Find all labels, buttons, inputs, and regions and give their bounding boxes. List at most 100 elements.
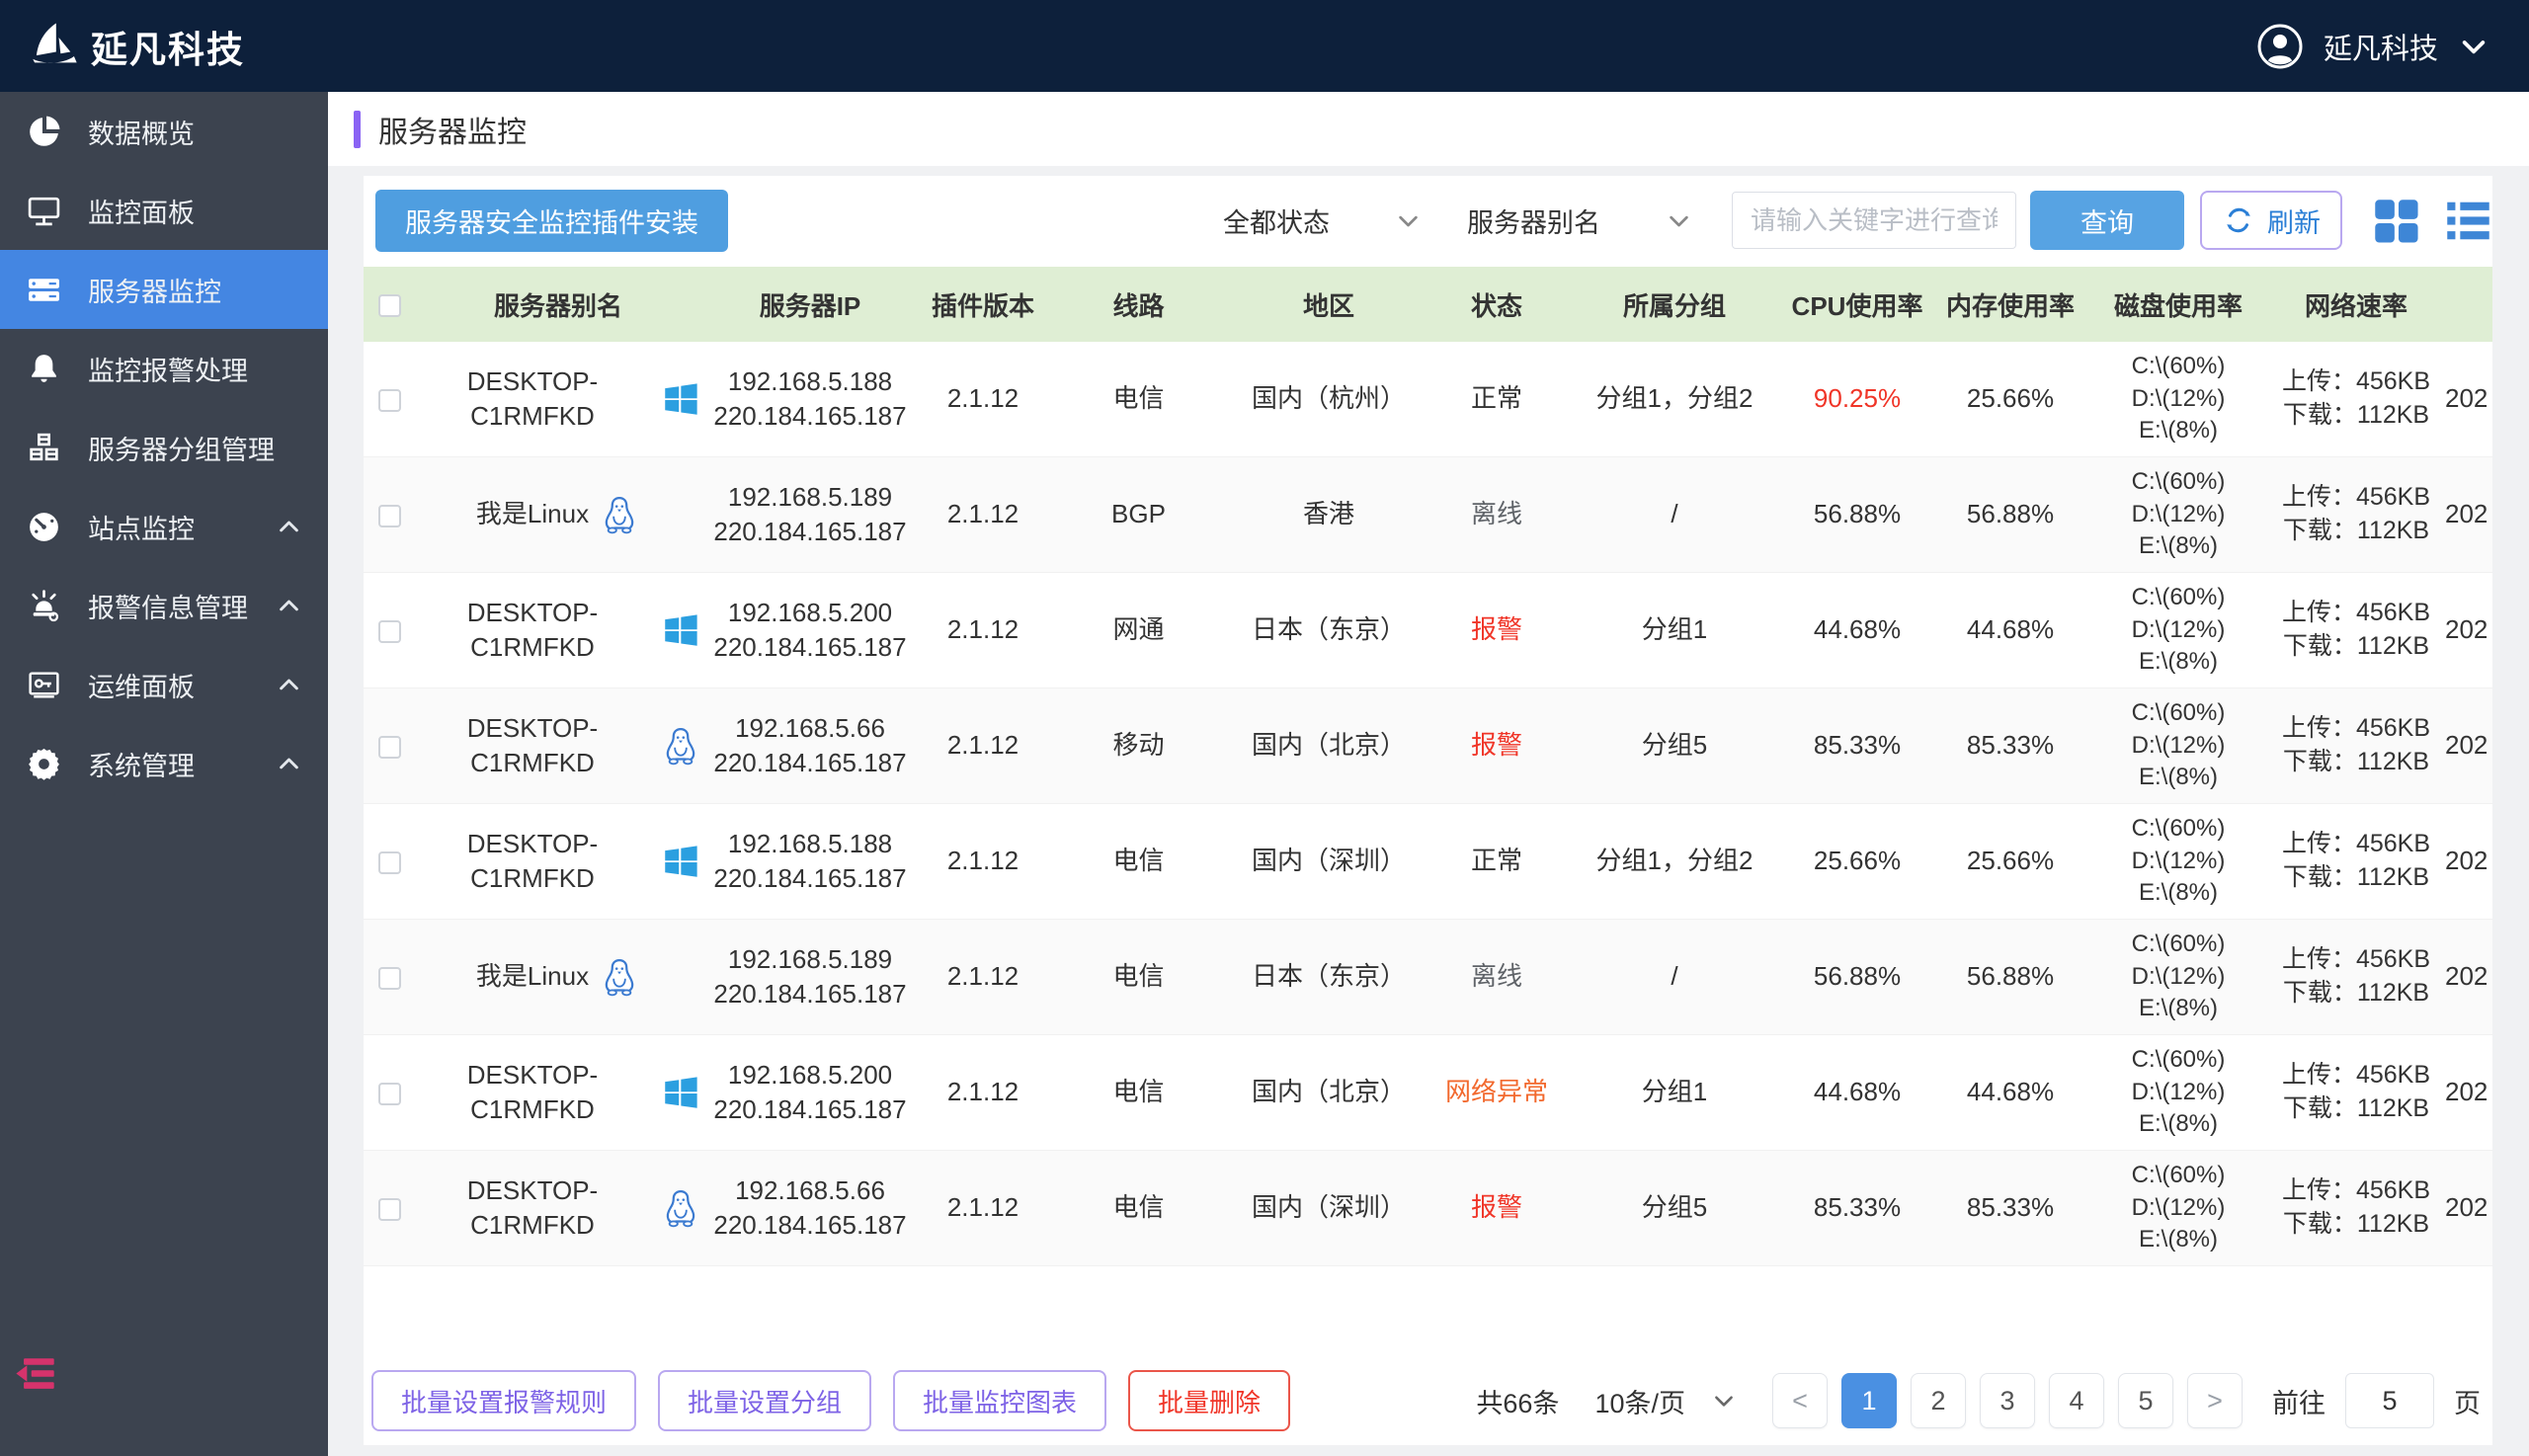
windows-icon <box>660 841 701 882</box>
batch-button[interactable]: 批量删除 <box>1128 1370 1291 1431</box>
prev-page-button[interactable]: < <box>1772 1373 1828 1428</box>
row-checkbox[interactable] <box>377 505 401 528</box>
windows-icon <box>660 609 701 651</box>
server-ip: 192.168.5.189 220.184.165.187 <box>713 481 907 546</box>
sidebar-item-server[interactable]: 服务器监控 <box>0 250 328 329</box>
alarm-icon <box>26 588 62 624</box>
batch-actions: 批量设置报警规则 批量设置分组 批量监控图表 批量删除 <box>371 1370 1291 1431</box>
row-checkbox[interactable] <box>377 736 401 760</box>
page-size-select[interactable]: 10条/页 <box>1594 1382 1737 1420</box>
sidebar-item-gear[interactable]: 系统管理 <box>0 724 328 803</box>
table-row: 我是Linux 192.168.5.189 220.184.165.187 2.1.1… <box>364 457 2492 573</box>
server-ip: 192.168.5.200 220.184.165.187 <box>713 597 907 662</box>
column-header: 服务器别名 <box>493 290 622 321</box>
grid-view-icon[interactable] <box>2372 197 2420 245</box>
column-header: 地区 <box>1302 290 1354 321</box>
server-groups: 分组5 <box>1641 730 1708 761</box>
batch-button[interactable]: 批量设置分组 <box>658 1370 872 1431</box>
linux-icon <box>660 725 701 767</box>
chevron-up-icon <box>276 751 302 777</box>
batch-button[interactable]: 批量监控图表 <box>893 1370 1107 1431</box>
memory-usage: 85.33% <box>1966 1192 2055 1223</box>
network-rate: 上传：456KB 下载：112KB <box>2281 483 2431 544</box>
goto-unit: 页 <box>2454 1388 2481 1418</box>
row-checkbox[interactable] <box>377 851 401 875</box>
pie-chart-icon <box>26 114 62 150</box>
sidebar-item-ops[interactable]: 运维面板 <box>0 645 328 724</box>
server-groups: / <box>1671 961 1678 992</box>
row-checkbox[interactable] <box>377 620 401 644</box>
memory-usage: 44.68% <box>1966 1077 2055 1107</box>
status-label: 正常 <box>1470 383 1522 414</box>
page-button-1[interactable]: 1 <box>1841 1373 1897 1428</box>
disk-usage: C:\(60%) D:\(12%) E:\(8%) <box>2131 815 2226 907</box>
server-alias: DESKTOP-C1RMFKD <box>466 1174 599 1240</box>
next-page-button[interactable]: > <box>2187 1373 2243 1428</box>
collapse-sidebar-icon[interactable] <box>13 1356 56 1391</box>
list-view-icon[interactable] <box>2444 197 2492 245</box>
linux-icon <box>599 494 640 535</box>
server-groups: / <box>1671 499 1678 529</box>
toolbar: 服务器安全监控插件安装 全都状态 服务器别名 查询 刷新 <box>375 188 2492 253</box>
sidebar-item-pie-chart[interactable]: 数据概览 <box>0 92 328 171</box>
page-button-2[interactable]: 2 <box>1911 1373 1966 1428</box>
page-button-5[interactable]: 5 <box>2118 1373 2173 1428</box>
disk-usage: C:\(60%) D:\(12%) E:\(8%) <box>2131 930 2226 1022</box>
page-button-4[interactable]: 4 <box>2049 1373 2104 1428</box>
table-row: DESKTOP-C1RMFKD 192.168.5.200 220.184.165.… <box>364 573 2492 688</box>
plugin-version: 2.1.12 <box>946 961 1020 992</box>
sidebar-item-label: 数据概览 <box>88 119 195 149</box>
network-rate: 上传：456KB 下载：112KB <box>2281 945 2431 1007</box>
region: 国内（北京） <box>1251 1077 1406 1107</box>
table-row: DESKTOP-C1RMFKD 192.168.5.66 220.184.165.1… <box>364 688 2492 804</box>
install-plugin-button[interactable]: 服务器安全监控插件安装 <box>375 189 728 252</box>
total-count: 共66条 <box>1476 1388 1560 1418</box>
field-filter-select[interactable]: 服务器别名 <box>1467 202 1692 240</box>
user-menu[interactable]: 延凡科技 <box>2256 23 2489 70</box>
search-input[interactable] <box>1732 192 2016 249</box>
network-rate: 上传：456KB 下载：112KB <box>2281 1176 2431 1238</box>
goto-label: 前往 <box>2272 1388 2325 1418</box>
memory-usage: 25.66% <box>1966 383 2055 414</box>
row-checkbox[interactable] <box>377 1083 401 1106</box>
sidebar-item-monitor[interactable]: 监控面板 <box>0 171 328 250</box>
sidebar-item-gauge[interactable]: 站点监控 <box>0 487 328 566</box>
sidebar-item-alarm[interactable]: 报警信息管理 <box>0 566 328 645</box>
query-button[interactable]: 查询 <box>2030 191 2184 250</box>
bell-icon <box>26 351 62 387</box>
pagination: 共66条 10条/页 < 12345 > 前往 页 <box>1476 1373 2481 1428</box>
row-checkbox[interactable] <box>377 967 401 991</box>
plugin-version: 2.1.12 <box>946 1192 1020 1223</box>
page-button-3[interactable]: 3 <box>1980 1373 2035 1428</box>
truncated-datetime: 202 <box>2445 614 2488 645</box>
server-alias: DESKTOP-C1RMFKD <box>466 365 599 431</box>
line: BGP <box>1111 499 1166 529</box>
select-all-checkbox[interactable] <box>377 294 401 318</box>
row-checkbox[interactable] <box>377 1198 401 1222</box>
sidebar-item-boxes[interactable]: 服务器分组管理 <box>0 408 328 487</box>
boxes-icon <box>26 430 62 466</box>
chevron-down-icon <box>1711 1388 1737 1414</box>
column-header: 内存使用率 <box>1945 290 2075 321</box>
sidebar: 数据概览监控面板 服务器监控 监控报警处理 服务器分组管理 站点监控 报警信息管理 运维面板… <box>0 92 328 1456</box>
network-rate: 上传：456KB 下载：112KB <box>2281 1061 2431 1122</box>
row-checkbox[interactable] <box>377 389 401 413</box>
refresh-button[interactable]: 刷新 <box>2200 191 2342 250</box>
server-groups: 分组1 <box>1641 614 1708 645</box>
server-alias: DESKTOP-C1RMFKD <box>466 597 599 662</box>
server-ip: 192.168.5.66 220.184.165.187 <box>713 1174 907 1240</box>
sidebar-item-bell[interactable]: 监控报警处理 <box>0 329 328 408</box>
goto-page-input[interactable] <box>2345 1373 2434 1428</box>
server-groups: 分组1，分组2 <box>1595 846 1754 876</box>
status-filter-select[interactable]: 全都状态 <box>1223 202 1422 240</box>
status-label: 正常 <box>1470 846 1522 876</box>
batch-button[interactable]: 批量设置报警规则 <box>371 1370 637 1431</box>
memory-usage: 44.68% <box>1966 614 2055 645</box>
line: 电信 <box>1112 383 1165 414</box>
memory-usage: 85.33% <box>1966 730 2055 761</box>
table-header: 服务器别名 服务器IP 插件版本 线路 地区 状态 所属分组 CPU使用率 内存使用率 磁盘使用率… <box>364 267 2492 342</box>
chevron-down-icon <box>1395 207 1422 234</box>
server-alias: DESKTOP-C1RMFKD <box>466 712 599 777</box>
truncated-datetime: 202 <box>2445 730 2488 761</box>
server-alias: 我是Linux <box>475 961 590 992</box>
